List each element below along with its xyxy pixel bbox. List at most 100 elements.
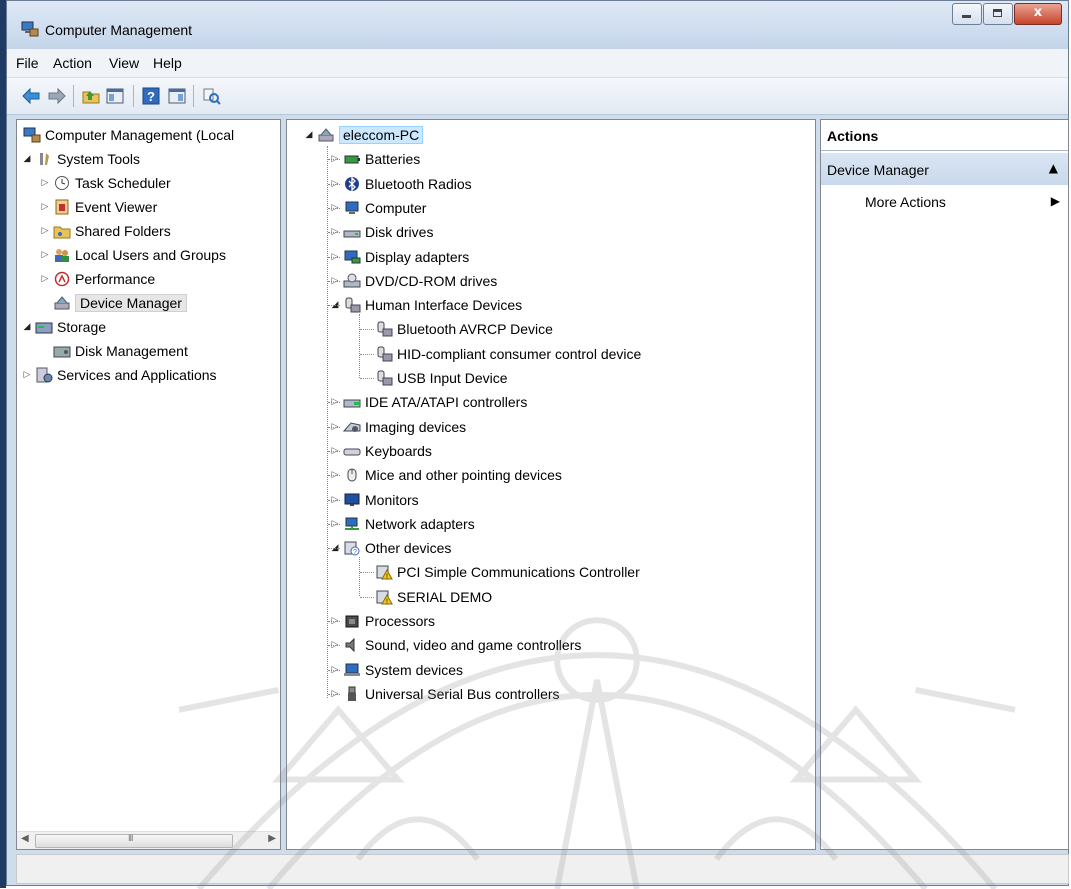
close-button[interactable]: x: [1014, 3, 1062, 25]
storage-icon: [35, 322, 53, 334]
tree-item-computer-root[interactable]: ◢ eleccom-PC: [303, 124, 424, 146]
shared-folder-icon: [53, 226, 71, 239]
svg-text:!: !: [386, 598, 388, 605]
back-arrow-icon[interactable]: [21, 86, 41, 106]
device-category-label: Processors: [365, 613, 436, 629]
device-category-universal-serial-bus-controllers[interactable]: ▷ Universal Serial Bus controllers: [329, 683, 560, 705]
menu-view[interactable]: View: [109, 55, 139, 71]
device-category-bluetooth-radios[interactable]: ▷ Bluetooth Radios: [329, 173, 472, 195]
device-category-label: Human Interface Devices: [365, 297, 523, 314]
device-category-other-devices[interactable]: ◢? Other devices: [329, 537, 452, 559]
computer-management-icon: [23, 127, 41, 143]
dvd-drive-icon: [343, 273, 361, 288]
warning-device-icon: !: [376, 565, 393, 581]
collapse-arrow-icon[interactable]: ◢: [303, 130, 315, 140]
usb-icon: [348, 686, 356, 701]
tree-item-task-scheduler[interactable]: ▷ Task Scheduler: [39, 172, 171, 194]
device-category-monitors[interactable]: ▷ Monitors: [329, 489, 419, 511]
performance-icon: [54, 271, 70, 287]
menu-file[interactable]: File: [16, 55, 39, 71]
show-hide-console-tree-icon[interactable]: [105, 86, 125, 106]
device-category-batteries[interactable]: ▷ Batteries: [329, 148, 421, 170]
tools-icon: [40, 153, 49, 165]
minimize-button[interactable]: [952, 3, 982, 25]
device-category-dvd-cd-rom-drives[interactable]: ▷ DVD/CD-ROM drives: [329, 270, 498, 292]
tree-item-performance[interactable]: ▷ Performance: [39, 268, 156, 290]
tree-item-computer-management[interactable]: Computer Management (Local: [21, 124, 234, 146]
device-item-label: SERIAL DEMO: [397, 588, 493, 605]
device-item[interactable]: ! SERIAL DEMO: [373, 586, 492, 608]
tree-item-device-manager[interactable]: Device Manager: [51, 292, 187, 314]
users-icon: [55, 249, 69, 262]
device-category-ide-ata-atapi-controllers[interactable]: ▷ IDE ATA/ATAPI controllers: [329, 391, 528, 413]
clock-icon: [55, 176, 69, 190]
device-category-label: Keyboards: [365, 442, 432, 459]
tree-item-event-viewer[interactable]: ▷ Event Viewer: [39, 196, 158, 218]
device-category-keyboards[interactable]: ▷ Keyboards: [329, 440, 432, 462]
device-item[interactable]: HID-compliant consumer control device: [373, 343, 641, 365]
processor-icon: [345, 615, 359, 628]
menu-action[interactable]: Action: [53, 55, 92, 71]
device-item[interactable]: Bluetooth AVRCP Device: [373, 318, 553, 340]
help-icon[interactable]: ?: [141, 86, 161, 106]
device-category-sound-video-and-game-controllers[interactable]: ▷ Sound, video and game controllers: [329, 634, 582, 656]
device-category-processors[interactable]: ▷ Processors: [329, 610, 436, 632]
device-item[interactable]: USB Input Device: [373, 367, 508, 389]
expand-arrow-icon[interactable]: ▷: [39, 202, 51, 212]
title-bar[interactable]: Computer Management x: [7, 1, 1068, 49]
device-category-computer[interactable]: ▷ Computer: [329, 197, 427, 219]
actions-pane: Actions Device Manager ▲ More Actions ▶: [820, 119, 1069, 850]
device-category-disk-drives[interactable]: ▷ Disk drives: [329, 221, 434, 243]
device-category-network-adapters[interactable]: ▷ Network adapters: [329, 513, 475, 535]
computer-management-window: Computer Management x File Action View H…: [6, 0, 1069, 889]
menu-help[interactable]: Help: [153, 55, 182, 71]
more-actions-link[interactable]: More Actions: [865, 194, 946, 210]
collapse-arrow-icon[interactable]: ◢: [21, 154, 33, 164]
disk-management-icon: [53, 346, 71, 358]
collapse-arrow-icon[interactable]: ◢: [21, 322, 33, 332]
scrollbar-thumb[interactable]: III: [35, 833, 233, 848]
svg-text:?: ?: [353, 549, 357, 556]
scroll-left-icon[interactable]: ◀: [21, 833, 29, 844]
tree-item-system-tools[interactable]: ◢ System Tools: [21, 148, 140, 170]
up-folder-icon[interactable]: [81, 86, 101, 106]
expand-arrow-icon[interactable]: ▷: [39, 250, 51, 260]
scroll-right-icon[interactable]: ▶: [268, 833, 276, 844]
device-category-system-devices[interactable]: ▷ System devices: [329, 659, 464, 681]
device-tree-pane[interactable]: ◢ eleccom-PC ▷ Batteries ▷ Bluetooth Radios…: [286, 119, 816, 850]
device-item[interactable]: ! PCI Simple Communications Controller: [373, 561, 640, 583]
device-category-label: DVD/CD-ROM drives: [365, 272, 498, 289]
submenu-arrow-icon[interactable]: ▶: [1051, 194, 1060, 208]
maximize-button[interactable]: [983, 3, 1013, 25]
device-category-mice-and-other-pointing-devices[interactable]: ▷ Mice and other pointing devices: [329, 464, 562, 486]
hid-device-icon: [377, 321, 393, 337]
forward-arrow-icon[interactable]: [47, 86, 67, 106]
svg-text:!: !: [386, 574, 388, 581]
expand-arrow-icon[interactable]: ▷: [39, 226, 51, 236]
tree-item-shared-folders[interactable]: ▷ Shared Folders: [39, 220, 171, 242]
device-category-label: Monitors: [365, 491, 419, 508]
device-category-label: Other devices: [365, 540, 452, 557]
tree-item-services-applications[interactable]: ▷ Services and Applications: [21, 364, 217, 386]
device-category-label: Imaging devices: [365, 418, 467, 435]
device-category-imaging-devices[interactable]: ▷ Imaging devices: [329, 416, 467, 438]
device-category-label: Bluetooth Radios: [365, 175, 472, 192]
collapse-up-icon[interactable]: ▲: [1049, 161, 1058, 175]
tree-item-storage[interactable]: ◢ Storage: [21, 316, 107, 338]
disk-drive-icon: [343, 230, 361, 238]
console-tree-pane[interactable]: Computer Management (Local ◢ System Tool…: [16, 119, 281, 850]
tree-item-local-users-groups[interactable]: ▷ Local Users and Groups: [39, 244, 226, 266]
device-category-label: Display adapters: [365, 248, 470, 265]
tree-item-disk-management[interactable]: Disk Management: [51, 340, 188, 362]
expand-arrow-icon[interactable]: ▷: [39, 178, 51, 188]
device-category-label: Computer: [365, 199, 427, 216]
properties-icon[interactable]: [201, 86, 221, 106]
device-category-display-adapters[interactable]: ▷ Display adapters: [329, 246, 470, 268]
actions-section-device-manager[interactable]: Device Manager ▲: [821, 153, 1068, 185]
show-hide-action-pane-icon[interactable]: [167, 86, 187, 106]
horizontal-scrollbar[interactable]: ◀ III ▶: [17, 831, 280, 849]
expand-arrow-icon[interactable]: ▷: [39, 274, 51, 284]
expand-arrow-icon[interactable]: ▷: [21, 370, 33, 380]
device-category-human-interface-devices[interactable]: ◢ Human Interface Devices: [329, 294, 523, 316]
computer-icon: [318, 128, 334, 142]
